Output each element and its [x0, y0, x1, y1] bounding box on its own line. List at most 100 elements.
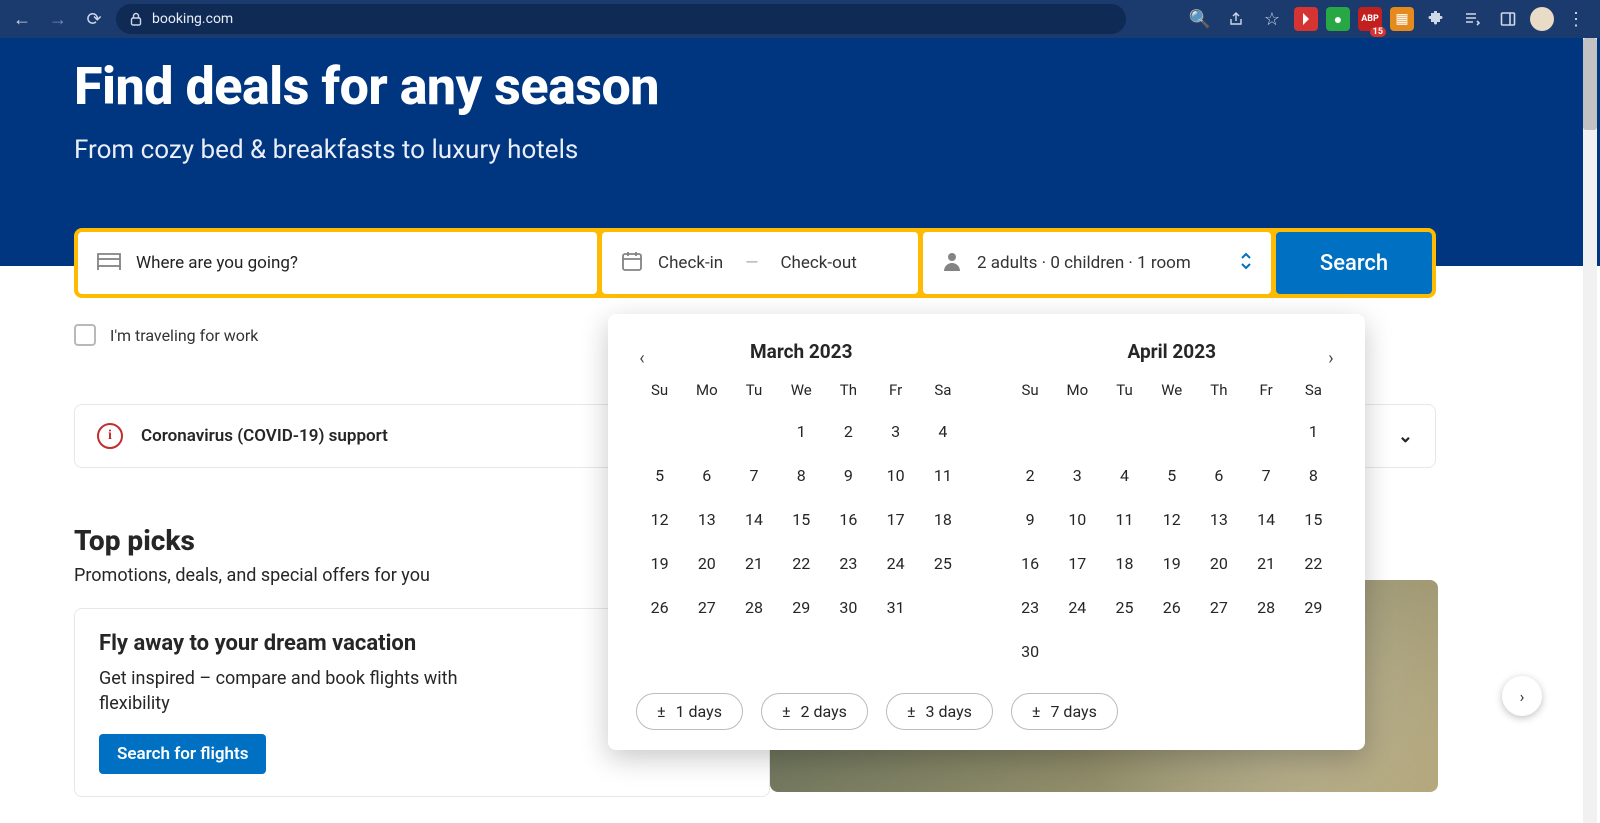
calendar-day[interactable]: 2 [1007, 453, 1054, 497]
calendar-day[interactable]: 18 [919, 497, 966, 541]
calendar-day[interactable]: 29 [1290, 585, 1337, 629]
datepicker-next-button[interactable]: › [1317, 344, 1345, 372]
calendar-day[interactable]: 12 [1148, 497, 1195, 541]
scrollbar-thumb[interactable] [1583, 38, 1597, 130]
calendar-day[interactable]: 25 [1101, 585, 1148, 629]
extensions-puzzle-icon[interactable] [1422, 5, 1450, 33]
calendar-day[interactable]: 1 [1290, 409, 1337, 453]
calendar-day[interactable]: 15 [1290, 497, 1337, 541]
calendar-day[interactable]: 6 [1195, 453, 1242, 497]
calendar-day[interactable]: 18 [1101, 541, 1148, 585]
calendar-day[interactable]: 12 [636, 497, 683, 541]
month-april: April 2023 SuMoTuWeThFrSa 12345678910111… [1007, 340, 1338, 673]
calendar-day[interactable]: 17 [872, 497, 919, 541]
carousel-next-button[interactable]: › [1502, 676, 1542, 716]
calendar-day[interactable]: 14 [1243, 497, 1290, 541]
calendar-day[interactable]: 13 [1195, 497, 1242, 541]
flexible-date-chip[interactable]: ±1 days [636, 693, 743, 730]
calendar-day[interactable]: 2 [825, 409, 872, 453]
calendar-day[interactable]: 30 [825, 585, 872, 629]
calendar-day[interactable]: 14 [730, 497, 777, 541]
calendar-day[interactable]: 22 [1290, 541, 1337, 585]
calendar-day[interactable]: 24 [1054, 585, 1101, 629]
calendar-day[interactable]: 10 [872, 453, 919, 497]
reload-button[interactable]: ⟳ [80, 5, 108, 33]
forward-button[interactable]: → [44, 5, 72, 33]
calendar-day[interactable]: 16 [825, 497, 872, 541]
search-button[interactable]: Search [1276, 232, 1432, 294]
calendar-icon [620, 249, 644, 278]
calendar-day[interactable]: 19 [1148, 541, 1195, 585]
calendar-day[interactable]: 5 [1148, 453, 1195, 497]
calendar-day[interactable]: 9 [1007, 497, 1054, 541]
calendar-day[interactable]: 28 [730, 585, 777, 629]
calendar-day[interactable]: 22 [778, 541, 825, 585]
share-icon[interactable] [1222, 5, 1250, 33]
scrollbar-track[interactable] [1583, 38, 1597, 823]
calendar-day[interactable]: 7 [730, 453, 777, 497]
side-panel-icon[interactable] [1494, 5, 1522, 33]
destination-input[interactable] [136, 253, 579, 273]
calendar-day[interactable]: 20 [1195, 541, 1242, 585]
flexible-date-chip[interactable]: ±3 days [886, 693, 993, 730]
occupancy-field[interactable]: 2 adults · 0 children · 1 room [923, 232, 1271, 294]
calendar-day[interactable]: 30 [1007, 629, 1054, 673]
calendar-day[interactable]: 10 [1054, 497, 1101, 541]
calendar-day[interactable]: 8 [1290, 453, 1337, 497]
calendar-day[interactable]: 19 [636, 541, 683, 585]
zoom-icon[interactable]: 🔍 [1186, 5, 1214, 33]
calendar-day[interactable]: 1 [778, 409, 825, 453]
calendar-day[interactable]: 17 [1054, 541, 1101, 585]
promo-cta-button[interactable]: Search for flights [99, 734, 266, 774]
calendar-day[interactable]: 26 [1148, 585, 1195, 629]
calendar-day[interactable]: 6 [683, 453, 730, 497]
calendar-day[interactable]: 27 [1195, 585, 1242, 629]
calendar-day[interactable]: 13 [683, 497, 730, 541]
calendar-day[interactable]: 28 [1243, 585, 1290, 629]
calendar-day[interactable]: 15 [778, 497, 825, 541]
flexible-date-chip[interactable]: ±2 days [761, 693, 868, 730]
calendar-day[interactable]: 23 [1007, 585, 1054, 629]
calendar-day[interactable]: 31 [872, 585, 919, 629]
calendar-day[interactable]: 4 [1101, 453, 1148, 497]
weekday-header: We [778, 381, 825, 409]
calendar-day[interactable]: 21 [730, 541, 777, 585]
address-bar[interactable]: booking.com [116, 4, 1126, 34]
covid-text: Coronavirus (COVID-19) support [141, 426, 388, 446]
calendar-day[interactable]: 3 [1054, 453, 1101, 497]
calendar-day[interactable]: 23 [825, 541, 872, 585]
calendar-day[interactable]: 29 [778, 585, 825, 629]
reading-list-icon[interactable] [1458, 5, 1486, 33]
stepper-icon [1239, 251, 1253, 276]
extension-orange-icon[interactable]: ▦ [1390, 7, 1414, 31]
calendar-day[interactable]: 21 [1243, 541, 1290, 585]
calendar-day[interactable]: 11 [1101, 497, 1148, 541]
back-button[interactable]: ← [8, 5, 36, 33]
calendar-day[interactable]: 20 [683, 541, 730, 585]
calendar-day[interactable]: 4 [919, 409, 966, 453]
calendar-day[interactable]: 5 [636, 453, 683, 497]
datepicker-prev-button[interactable]: ‹ [628, 344, 656, 372]
calendar-day[interactable]: 16 [1007, 541, 1054, 585]
extension-adblock-icon[interactable]: ABP 15 [1358, 7, 1382, 31]
extension-pdf-icon[interactable] [1294, 7, 1318, 31]
calendar-day[interactable]: 24 [872, 541, 919, 585]
calendar-day[interactable]: 26 [636, 585, 683, 629]
calendar-day[interactable]: 11 [919, 453, 966, 497]
bookmark-icon[interactable]: ☆ [1258, 5, 1286, 33]
calendar-day[interactable]: 9 [825, 453, 872, 497]
chrome-menu-icon[interactable]: ⋮ [1562, 5, 1590, 33]
flexible-date-chip[interactable]: ±7 days [1011, 693, 1118, 730]
lock-icon [130, 12, 142, 26]
weekday-header: Mo [1054, 381, 1101, 409]
calendar-day[interactable]: 27 [683, 585, 730, 629]
date-field[interactable]: Check-in — Check-out [602, 232, 918, 294]
calendar-day[interactable]: 8 [778, 453, 825, 497]
calendar-day[interactable]: 3 [872, 409, 919, 453]
calendar-day[interactable]: 25 [919, 541, 966, 585]
calendar-day[interactable]: 7 [1243, 453, 1290, 497]
destination-field[interactable] [78, 232, 597, 294]
extension-green-icon[interactable]: ● [1326, 7, 1350, 31]
profile-avatar[interactable] [1530, 7, 1554, 31]
travel-for-work-checkbox[interactable] [74, 324, 96, 346]
